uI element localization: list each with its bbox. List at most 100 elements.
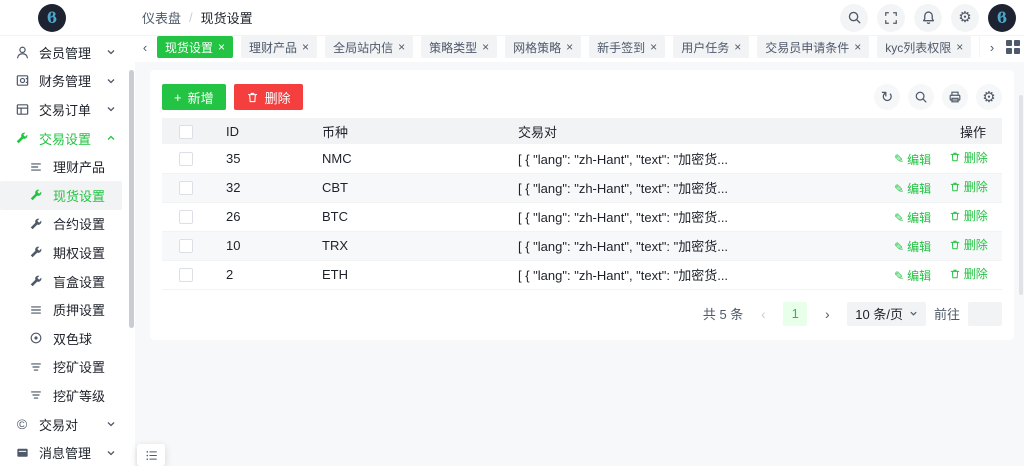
cell-id: 26 bbox=[210, 202, 306, 231]
table-header-row: ID 币种 交易对 操作 bbox=[162, 118, 1002, 144]
refresh-icon[interactable]: ↻ bbox=[874, 84, 900, 110]
plus-icon: + bbox=[174, 91, 182, 104]
close-icon[interactable]: × bbox=[566, 40, 573, 54]
cell-coin: NMC bbox=[306, 144, 502, 173]
breadcrumb-dashboard[interactable]: 仪表盘 bbox=[142, 8, 181, 27]
table-row: 10 TRX [ { "lang": "zh-Hant", "text": "加… bbox=[162, 231, 1002, 260]
printer-icon[interactable] bbox=[942, 84, 968, 110]
floating-list-widget[interactable] bbox=[137, 444, 165, 466]
tabs-scroll-right-icon[interactable]: › bbox=[984, 40, 1000, 55]
header-actions: ⚙ ϐ bbox=[840, 4, 1018, 32]
close-icon[interactable]: × bbox=[482, 40, 489, 54]
delete-link[interactable]: 删除 bbox=[949, 236, 988, 253]
select-all-checkbox[interactable] bbox=[179, 125, 193, 139]
list-lines-icon bbox=[28, 303, 44, 317]
message-icon bbox=[14, 445, 30, 460]
table-row: 35 NMC [ { "lang": "zh-Hant", "text": "加… bbox=[162, 144, 1002, 173]
sidebar-item-trade-orders[interactable]: 交易订单 bbox=[0, 95, 122, 124]
close-icon[interactable]: × bbox=[734, 40, 741, 54]
sidebar-item-contract-settings[interactable]: 合约设置 bbox=[0, 210, 122, 239]
delete-button[interactable]: 删除 bbox=[234, 84, 303, 110]
table-tools: ↻ ⚙ bbox=[874, 84, 1002, 110]
pencil-icon: ✎ bbox=[894, 269, 904, 283]
edit-link[interactable]: ✎编辑 bbox=[894, 238, 931, 255]
tab-spot-settings[interactable]: 现货设置 × bbox=[157, 36, 233, 58]
row-checkbox[interactable] bbox=[179, 239, 193, 253]
order-table-icon bbox=[14, 102, 30, 117]
close-icon[interactable]: × bbox=[956, 40, 963, 54]
row-checkbox[interactable] bbox=[179, 210, 193, 224]
column-header-coin: 币种 bbox=[306, 118, 502, 144]
tab-trader-apply-conditions[interactable]: 交易员申请条件 × bbox=[757, 36, 869, 58]
edit-link[interactable]: ✎编辑 bbox=[894, 209, 931, 226]
row-checkbox[interactable] bbox=[179, 152, 193, 166]
user-avatar[interactable]: ϐ bbox=[988, 4, 1016, 32]
edit-link[interactable]: ✎编辑 bbox=[894, 267, 931, 284]
copyright-coin-icon: © bbox=[14, 416, 30, 432]
sidebar-item-double-color-ball[interactable]: 双色球 bbox=[0, 324, 122, 353]
tab-kyc-list-permission[interactable]: kyc列表权限 × bbox=[877, 36, 971, 58]
page-number-1[interactable]: 1 bbox=[783, 302, 807, 326]
sidebar-item-blindbox-settings[interactable]: 盲盒设置 bbox=[0, 267, 122, 296]
delete-link[interactable]: 删除 bbox=[949, 207, 988, 224]
prev-page-icon[interactable]: ‹ bbox=[751, 302, 775, 326]
next-page-icon[interactable]: › bbox=[815, 302, 839, 326]
goto-page-input[interactable] bbox=[968, 302, 1002, 326]
breadcrumb: 仪表盘 / 现货设置 bbox=[142, 8, 253, 27]
edit-link[interactable]: ✎编辑 bbox=[894, 151, 931, 168]
tab-deposit-details[interactable]: 充值明细 × bbox=[979, 36, 980, 58]
cell-coin: ETH bbox=[306, 260, 502, 289]
sidebar-item-spot-settings[interactable]: 现货设置 bbox=[0, 181, 122, 210]
sidebar-item-trade-settings[interactable]: 交易设置 bbox=[0, 124, 122, 153]
fullscreen-icon[interactable] bbox=[877, 4, 905, 32]
chevron-down-icon bbox=[909, 309, 918, 318]
sidebar-item-mining-levels[interactable]: 挖矿等级 bbox=[0, 381, 122, 410]
tab-strategy-type[interactable]: 策略类型 × bbox=[421, 36, 497, 58]
delete-link[interactable]: 删除 bbox=[949, 265, 988, 282]
spot-settings-card: + 新增 删除 ↻ bbox=[150, 70, 1014, 340]
sidebar-item-wealth-products[interactable]: 理财产品 bbox=[0, 152, 122, 181]
row-checkbox[interactable] bbox=[179, 268, 193, 282]
sidebar-item-pledge-settings[interactable]: 质押设置 bbox=[0, 295, 122, 324]
table-toolbar: + 新增 删除 ↻ bbox=[162, 84, 1002, 110]
tab-grid-strategy[interactable]: 网格策略 × bbox=[505, 36, 581, 58]
notification-bell-icon[interactable] bbox=[914, 4, 942, 32]
settings-gear-icon[interactable]: ⚙ bbox=[951, 4, 979, 32]
row-checkbox[interactable] bbox=[179, 181, 193, 195]
search-icon[interactable] bbox=[908, 84, 934, 110]
trash-icon bbox=[949, 181, 961, 193]
sidebar-item-member-management[interactable]: 会员管理 bbox=[0, 38, 122, 67]
trash-icon bbox=[949, 210, 961, 222]
delete-link[interactable]: 删除 bbox=[949, 178, 988, 195]
table-row: 26 BTC [ { "lang": "zh-Hant", "text": "加… bbox=[162, 202, 1002, 231]
tab-global-site-message[interactable]: 全局站内信 × bbox=[325, 36, 413, 58]
sidebar-item-message-management[interactable]: 消息管理 bbox=[0, 438, 122, 466]
tab-user-tasks[interactable]: 用户任务 × bbox=[673, 36, 749, 58]
sidebar-scrollbar-thumb[interactable] bbox=[129, 70, 134, 328]
close-icon[interactable]: × bbox=[398, 40, 405, 54]
tabs-scroll-left-icon[interactable]: ‹ bbox=[137, 40, 153, 55]
search-icon[interactable] bbox=[840, 4, 868, 32]
sidebar-item-options-settings[interactable]: 期权设置 bbox=[0, 238, 122, 267]
sidebar-item-trading-pairs[interactable]: © 交易对 bbox=[0, 410, 122, 439]
sidebar-item-mining-settings[interactable]: 挖矿设置 bbox=[0, 353, 122, 382]
tab-newbie-checkin[interactable]: 新手签到 × bbox=[589, 36, 665, 58]
sidebar-item-finance-management[interactable]: 财务管理 bbox=[0, 67, 122, 96]
edit-link[interactable]: ✎编辑 bbox=[894, 180, 931, 197]
tabs-menu-grid-icon[interactable] bbox=[1006, 40, 1020, 54]
pagination: 共 5 条 ‹ 1 › 10 条/页 前往 bbox=[162, 302, 1002, 326]
delete-link[interactable]: 删除 bbox=[949, 149, 988, 166]
add-button[interactable]: + 新增 bbox=[162, 84, 226, 110]
align-list-icon bbox=[28, 160, 44, 174]
page-scrollbar-thumb[interactable] bbox=[1019, 95, 1023, 295]
cell-pair: [ { "lang": "zh-Hant", "text": "加密货... bbox=[502, 144, 878, 173]
page-size-select[interactable]: 10 条/页 bbox=[847, 302, 926, 326]
close-icon[interactable]: × bbox=[854, 40, 861, 54]
close-icon[interactable]: × bbox=[302, 40, 309, 54]
close-icon[interactable]: × bbox=[650, 40, 657, 54]
close-icon[interactable]: × bbox=[218, 40, 225, 54]
tabs-strip: 现货设置 × 理财产品 × 全局站内信 × 策略类型 × 网格策略 × bbox=[157, 36, 980, 58]
tab-wealth-products[interactable]: 理财产品 × bbox=[241, 36, 317, 58]
cell-pair: [ { "lang": "zh-Hant", "text": "加密货... bbox=[502, 260, 878, 289]
column-settings-gear-icon[interactable]: ⚙ bbox=[976, 84, 1002, 110]
